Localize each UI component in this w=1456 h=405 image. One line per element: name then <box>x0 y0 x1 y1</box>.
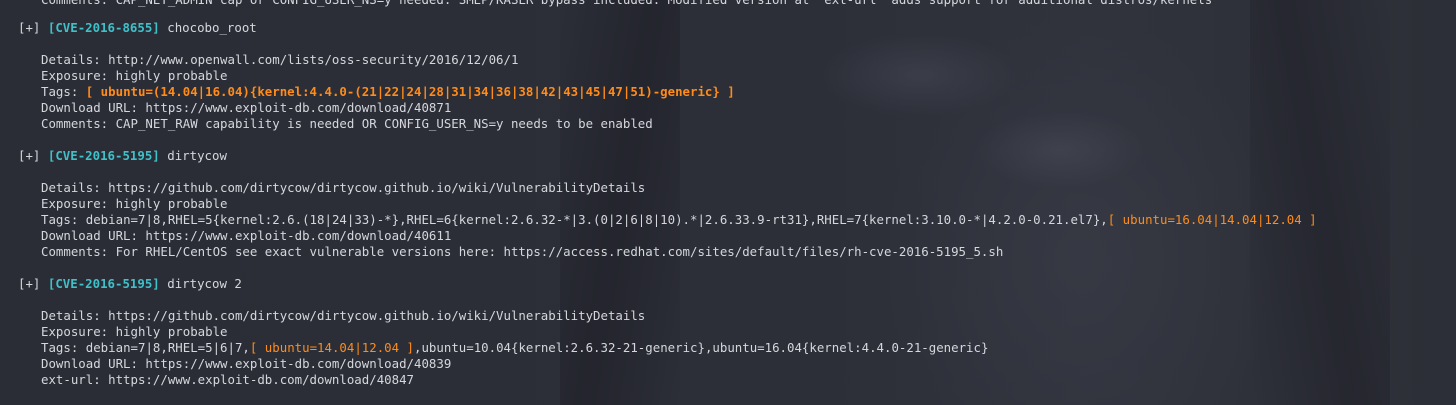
tags-label: Tags: <box>41 84 86 99</box>
comments-line: Comments: CAP_NET_RAW capability is need… <box>41 116 653 131</box>
tags-text: debian=7|8,RHEL=5|6|7, <box>85 340 250 355</box>
tags-highlight: [ ubuntu=14.04|12.04 ] <box>249 340 415 355</box>
entry-header: [+] [CVE-2016-8655] chocobo_root <box>18 20 257 36</box>
partial-comment-line: Comments: CAP_NET_ADMIN cap or CONFIG_US… <box>41 0 1212 8</box>
tags-label: Tags: <box>41 212 86 227</box>
ext-url-line: ext-url: https://www.exploit-db.com/down… <box>41 372 414 387</box>
exploit-name: dirtycow 2 <box>167 276 242 291</box>
download-url-line: Download URL: https://www.exploit-db.com… <box>41 228 452 243</box>
entry-prefix: [+] <box>18 20 41 35</box>
exposure-line: Exposure: highly probable <box>41 196 228 211</box>
comments-line: Comments: For RHEL/CentOS see exact vuln… <box>41 244 1004 259</box>
exploit-name: dirtycow <box>167 148 227 163</box>
details-line: Details: https://github.com/dirtycow/dir… <box>41 308 646 323</box>
details-line: Details: http://www.openwall.com/lists/o… <box>41 52 519 67</box>
entry-prefix: [+] <box>18 276 41 291</box>
tags-line: Tags: debian=7|8,RHEL=5{kernel:2.6.(18|2… <box>41 212 1317 228</box>
tags-line: Tags: debian=7|8,RHEL=5|6|7,[ ubuntu=14.… <box>41 340 988 356</box>
tags-text: debian=7|8,RHEL=5{kernel:2.6.(18|24|33)-… <box>85 212 1108 227</box>
tags-text-after: ,ubuntu=10.04{kernel:2.6.32-21-generic},… <box>414 340 989 355</box>
download-url-line: Download URL: https://www.exploit-db.com… <box>41 356 452 371</box>
entry-header: [+] [CVE-2016-5195] dirtycow <box>18 148 227 164</box>
exposure-line: Exposure: highly probable <box>41 68 228 83</box>
tags-line: Tags: [ ubuntu=(14.04|16.04){kernel:4.4.… <box>41 84 735 100</box>
tags-label: Tags: <box>41 340 86 355</box>
cve-id: [CVE-2016-8655] <box>47 20 160 35</box>
tags-highlight: [ ubuntu=16.04|14.04|12.04 ] <box>1107 212 1317 227</box>
cve-id: [CVE-2016-5195] <box>47 276 160 291</box>
terminal-output[interactable]: Comments: CAP_NET_ADMIN cap or CONFIG_US… <box>0 0 1456 405</box>
download-url-line: Download URL: https://www.exploit-db.com… <box>41 100 452 115</box>
exploit-name: chocobo_root <box>167 20 257 35</box>
entry-header: [+] [CVE-2016-5195] dirtycow 2 <box>18 276 242 292</box>
entry-prefix: [+] <box>18 148 41 163</box>
tags-highlight: [ ubuntu=(14.04|16.04){kernel:4.4.0-(21|… <box>85 84 735 99</box>
exposure-line: Exposure: highly probable <box>41 324 228 339</box>
cve-id: [CVE-2016-5195] <box>47 148 160 163</box>
details-line: Details: https://github.com/dirtycow/dir… <box>41 180 646 195</box>
